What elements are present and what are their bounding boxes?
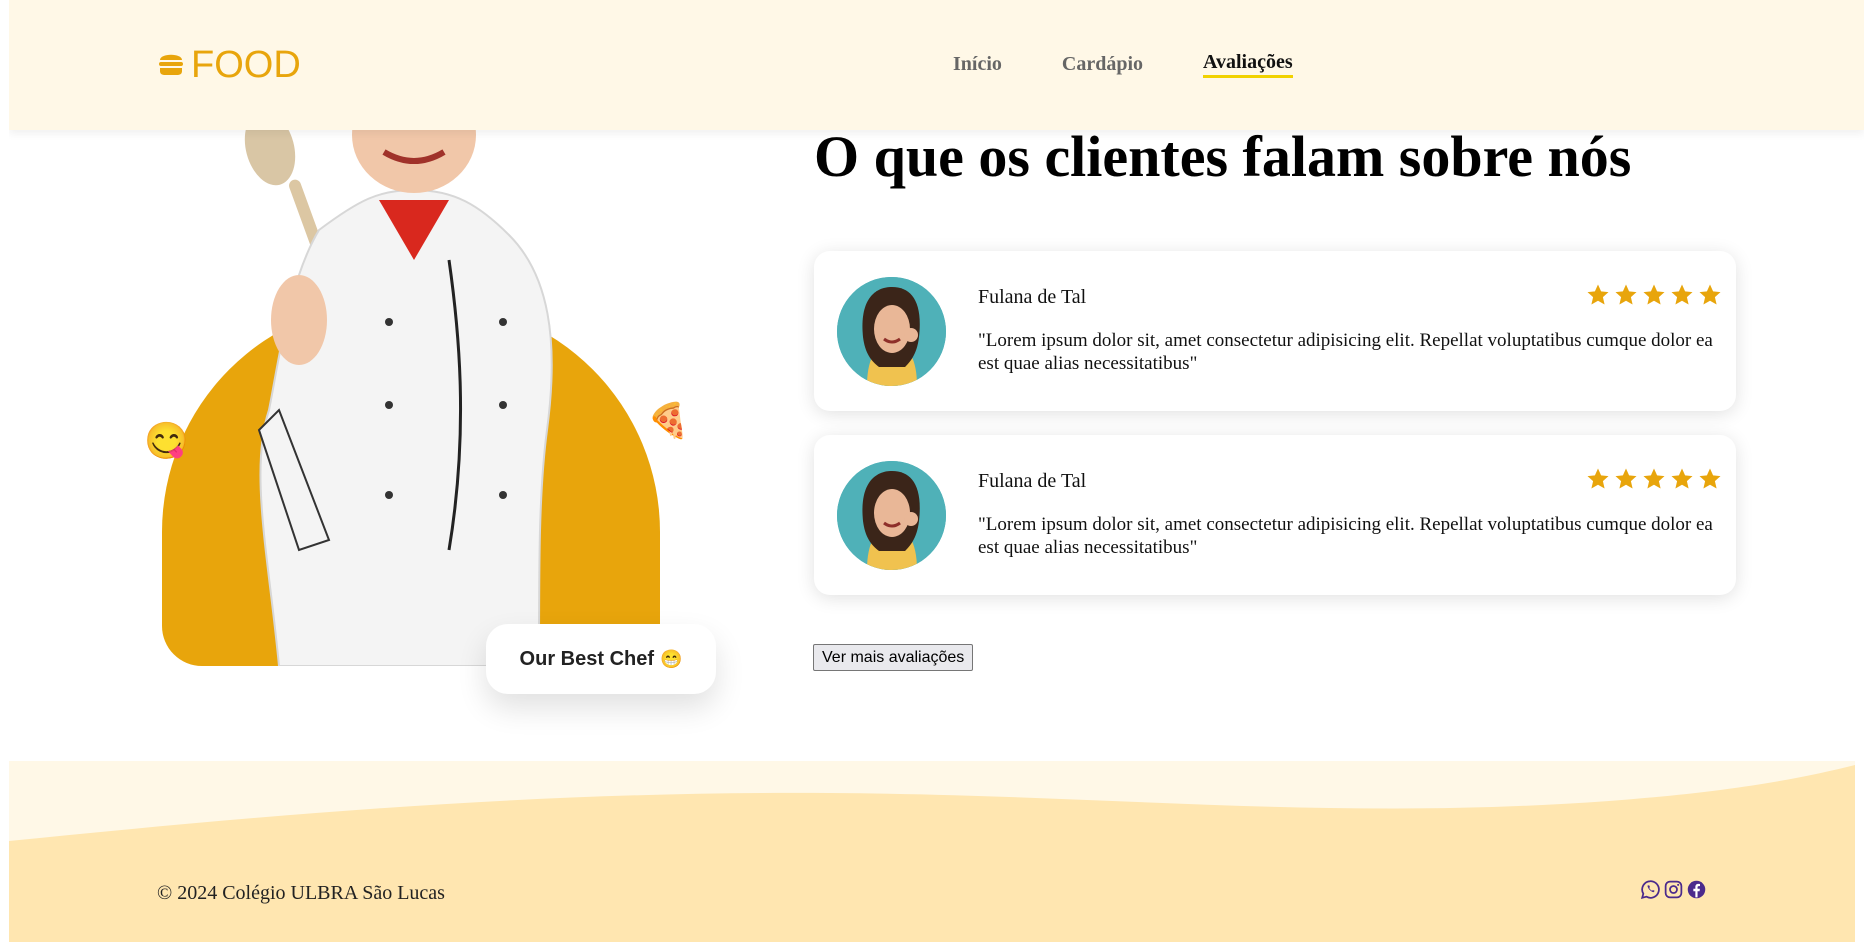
- star-icon: [1587, 468, 1609, 489]
- review-text: "Lorem ipsum dolor sit, amet consectetur…: [978, 514, 1713, 558]
- star-icon: [1643, 468, 1665, 489]
- reviewer-avatar: [837, 461, 946, 570]
- review-card: Fulana de Tal "Lorem ipsum dolor sit, am…: [814, 435, 1736, 595]
- brand-logo[interactable]: FOOD: [157, 46, 301, 84]
- star-icon: [1699, 284, 1721, 305]
- star-icon: [1587, 284, 1609, 305]
- best-chef-label: Our Best Chef: [519, 647, 655, 670]
- instagram-icon[interactable]: [1663, 879, 1684, 905]
- reviewer-avatar: [837, 277, 946, 386]
- rating-stars: [1586, 283, 1722, 307]
- rating-stars: [1586, 467, 1722, 491]
- pizza-emoji: 🍕: [647, 403, 690, 440]
- review-card: Fulana de Tal "Lorem ipsum dolor sit, am…: [814, 251, 1736, 411]
- reviews-title: O que os clientes falam sobre nós: [814, 124, 1632, 189]
- yum-emoji: 😋: [144, 421, 189, 461]
- site-footer: © 2024 Colégio ULBRA São Lucas: [9, 761, 1855, 942]
- footer-wave: [9, 765, 1855, 942]
- nav-item-inicio[interactable]: Início: [953, 50, 1002, 78]
- star-icon: [1671, 284, 1693, 305]
- grin-emoji: 😁: [660, 648, 683, 669]
- star-icon: [1671, 468, 1693, 489]
- reviewer-name: Fulana de Tal: [978, 286, 1087, 308]
- brand-name: FOOD: [191, 44, 301, 86]
- reviewer-name: Fulana de Tal: [978, 470, 1087, 492]
- social-links: [1640, 879, 1707, 905]
- facebook-icon[interactable]: [1686, 879, 1707, 905]
- chef-illustration: [244, 110, 553, 666]
- main-nav: Início Cardápio Avaliações: [953, 50, 1293, 78]
- nav-item-avaliacoes[interactable]: Avaliações: [1203, 50, 1293, 78]
- more-reviews-button[interactable]: Ver mais avaliações: [813, 644, 974, 671]
- review-text: "Lorem ipsum dolor sit, amet consectetur…: [978, 330, 1713, 374]
- whatsapp-icon[interactable]: [1640, 879, 1661, 905]
- chef-hero: 😋 🍕 Our Best Chef 😁: [129, 110, 769, 730]
- copyright-text: © 2024 Colégio ULBRA São Lucas: [157, 882, 445, 904]
- star-icon: [1615, 284, 1637, 305]
- star-icon: [1615, 468, 1637, 489]
- burger-icon: [157, 49, 185, 82]
- best-chef-badge: Our Best Chef 😁: [486, 624, 716, 694]
- page: FOOD Início Cardápio Avaliações 😋 🍕 Our …: [9, 0, 1864, 942]
- star-icon: [1699, 468, 1721, 489]
- nav-item-cardapio[interactable]: Cardápio: [1062, 50, 1143, 78]
- site-header: FOOD Início Cardápio Avaliações: [9, 0, 1864, 130]
- star-icon: [1643, 284, 1665, 305]
